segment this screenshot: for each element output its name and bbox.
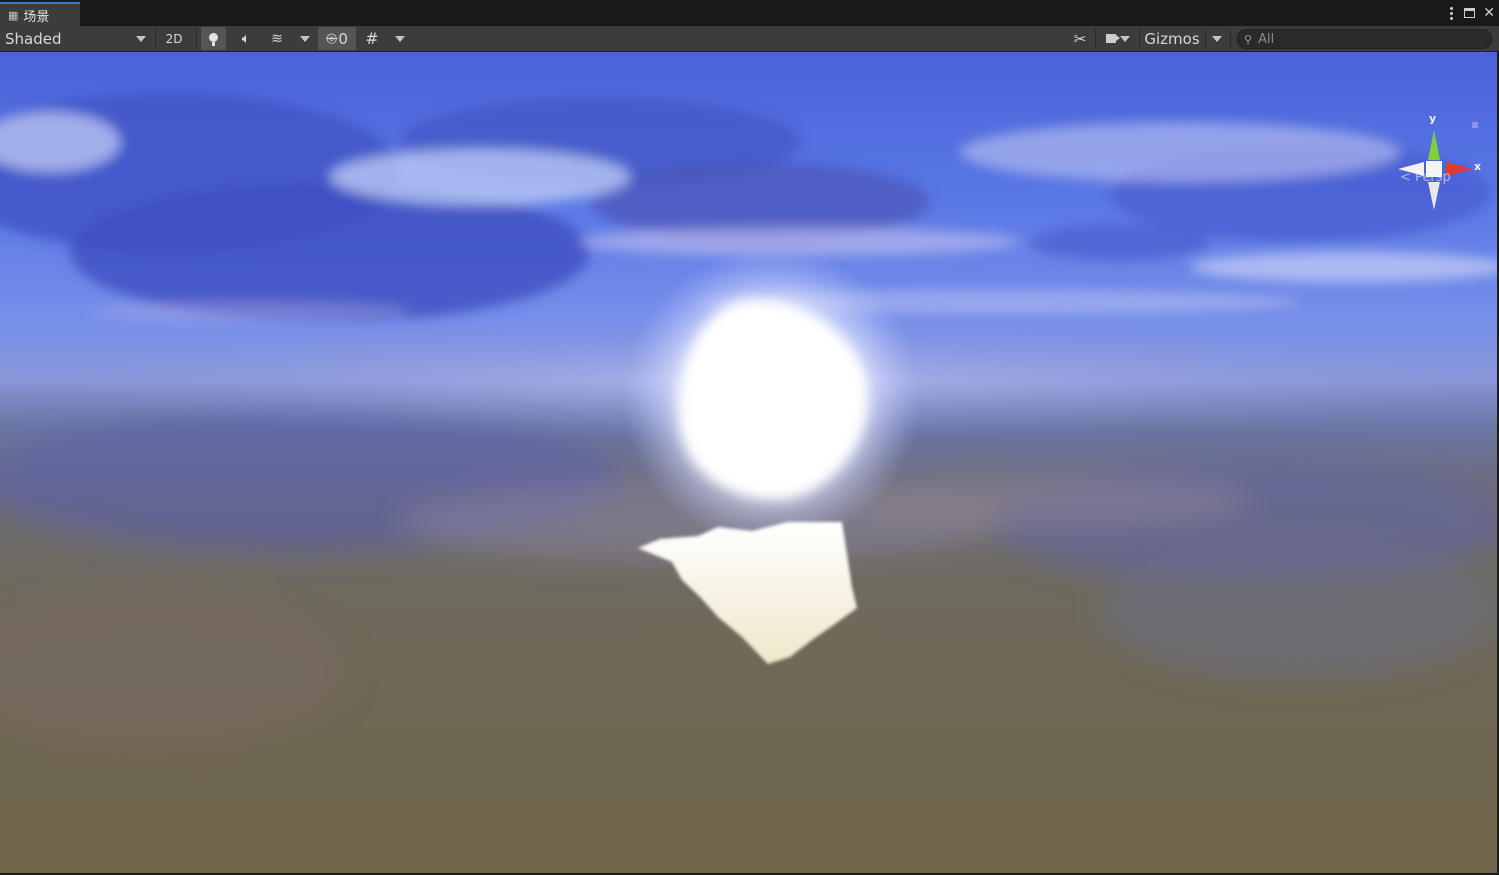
maximize-icon[interactable] xyxy=(1464,8,1476,18)
scene-visibility-button[interactable]: ◎ 0 xyxy=(318,27,356,50)
tab-bar: ▦ 场景 ✕ xyxy=(0,0,1499,26)
tools-button[interactable]: ✂︎ xyxy=(1068,26,1092,51)
scene-visibility-count: 0 xyxy=(338,29,348,48)
gizmos-button[interactable]: Gizmos xyxy=(1141,26,1203,51)
grid-icon: # xyxy=(365,29,379,48)
toolbar-divider xyxy=(1139,29,1140,48)
tools-icon: ✂︎ xyxy=(1073,29,1087,48)
effects-dropdown[interactable] xyxy=(297,26,313,51)
kebab-menu-icon[interactable] xyxy=(1447,6,1456,20)
chevron-down-icon xyxy=(1120,35,1130,42)
chevron-down-icon xyxy=(1212,35,1222,42)
toggle-2d-button[interactable]: 2D xyxy=(160,26,188,51)
lighting-toggle-button[interactable] xyxy=(201,27,226,50)
close-icon[interactable]: ✕ xyxy=(1483,4,1495,22)
toolbar-divider xyxy=(1205,29,1206,48)
chevron-down-icon xyxy=(395,35,405,42)
scene-viewport[interactable]: y x xyxy=(0,52,1497,873)
toolbar-divider xyxy=(155,29,156,48)
speaker-icon: 🔈︎ xyxy=(241,30,251,47)
chevron-down-icon xyxy=(300,35,310,42)
gizmo-x-label: x xyxy=(1474,160,1482,173)
neg-y-axis-cone[interactable] xyxy=(1428,182,1440,210)
audio-toggle-button[interactable]: 🔈︎ xyxy=(234,26,258,51)
search-field[interactable]: ⚲ xyxy=(1237,29,1492,49)
search-input[interactable] xyxy=(1258,31,1459,47)
y-axis-cone[interactable] xyxy=(1428,130,1440,160)
toolbar-divider xyxy=(1230,29,1231,48)
camera-settings-button[interactable] xyxy=(1099,26,1137,51)
scene-grid-icon: ▦ xyxy=(8,8,19,22)
toolbar-divider xyxy=(196,29,197,48)
effects-toggle-button[interactable]: ≋ xyxy=(265,26,289,51)
grid-toggle-button[interactable]: # xyxy=(360,26,384,51)
tab-scene-label: 场景 xyxy=(23,9,50,25)
tab-scene[interactable]: ▦ 场景 xyxy=(0,2,80,26)
search-icon: ⚲ xyxy=(1244,32,1253,46)
scene-toolbar: Shaded 2D 🔈︎ ≋ ◎ 0 # ✂︎ Gizmos ⚲ xyxy=(0,26,1499,52)
grid-dropdown[interactable] xyxy=(392,26,408,51)
lightbulb-icon xyxy=(209,32,218,46)
chevron-down-icon xyxy=(136,35,146,42)
gizmo-y-label: y xyxy=(1429,112,1437,125)
scene-render xyxy=(0,92,1497,873)
camera-icon xyxy=(1106,34,1116,43)
hidden-eye-icon: ◎ xyxy=(326,31,338,46)
toolbar-divider xyxy=(1095,29,1096,48)
draw-mode-dropdown[interactable]: Shaded xyxy=(0,26,152,51)
gizmos-dropdown[interactable] xyxy=(1208,26,1226,51)
projection-toggle[interactable]: < Persp xyxy=(1400,170,1451,185)
draw-mode-label: Shaded xyxy=(5,29,62,48)
layers-icon: ≋ xyxy=(271,30,283,47)
window-controls: ✕ xyxy=(1447,4,1495,22)
